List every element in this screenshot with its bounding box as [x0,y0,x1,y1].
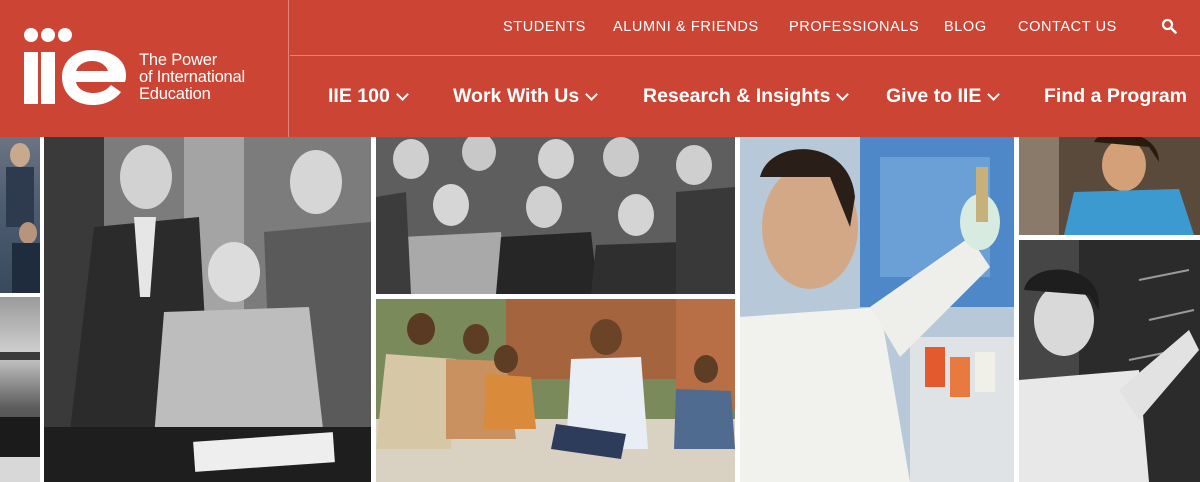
chevron-down-icon [395,87,409,101]
photo-crowd-sliver [0,137,40,293]
chevron-down-icon [987,87,1001,101]
nav-contact-us[interactable]: CONTACT US [1018,19,1117,35]
nav-professionals[interactable]: PROFESSIONALS [789,19,919,35]
nav-research-insights-label: Research & Insights [643,85,831,107]
nav-give-to-iie-label: Give to IIE [886,85,982,107]
hero-photo-collage [0,137,1200,482]
utility-nav: STUDENTS ALUMNI & FRIENDS PROFESSIONALS … [290,0,1200,56]
nav-iie-100-label: IIE 100 [328,85,390,107]
nav-work-with-us-label: Work With Us [453,85,580,107]
nav-students[interactable]: STUDENTS [503,19,586,35]
nav-research-insights[interactable]: Research & Insights [643,85,850,108]
logo-tagline: The Power of International Education [139,52,245,103]
photo-chalkboard-student [1019,240,1200,482]
nav-give-to-iie[interactable]: Give to IIE [886,85,1001,108]
nav-iie-100[interactable]: IIE 100 [328,85,409,108]
nav-blog[interactable]: BLOG [944,19,987,35]
nav-work-with-us[interactable]: Work With Us [453,85,599,108]
tagline-line-1: The Power [139,51,217,69]
chevron-down-icon [585,87,599,101]
photo-historic-signing [44,137,371,482]
logo[interactable]: The Power of International Education [0,0,289,137]
nav-find-a-program-label: Find a Program [1044,85,1188,107]
tagline-line-2: of International [139,68,245,86]
iie-logo-mark [24,28,126,105]
photo-airplane-sliver [0,297,40,482]
nav-alumni-friends[interactable]: ALUMNI & FRIENDS [613,19,759,35]
chevron-down-icon [836,87,850,101]
search-icon[interactable] [1161,18,1177,34]
photo-women-group [376,137,735,294]
photo-field-study [376,299,735,482]
photo-smiling-student [1019,137,1200,235]
photo-lab-scientist [740,137,1014,482]
tagline-line-3: Education [139,85,211,103]
nav-find-a-program[interactable]: Find a Program [1044,85,1187,108]
site-header: The Power of International Education STU… [0,0,1200,137]
